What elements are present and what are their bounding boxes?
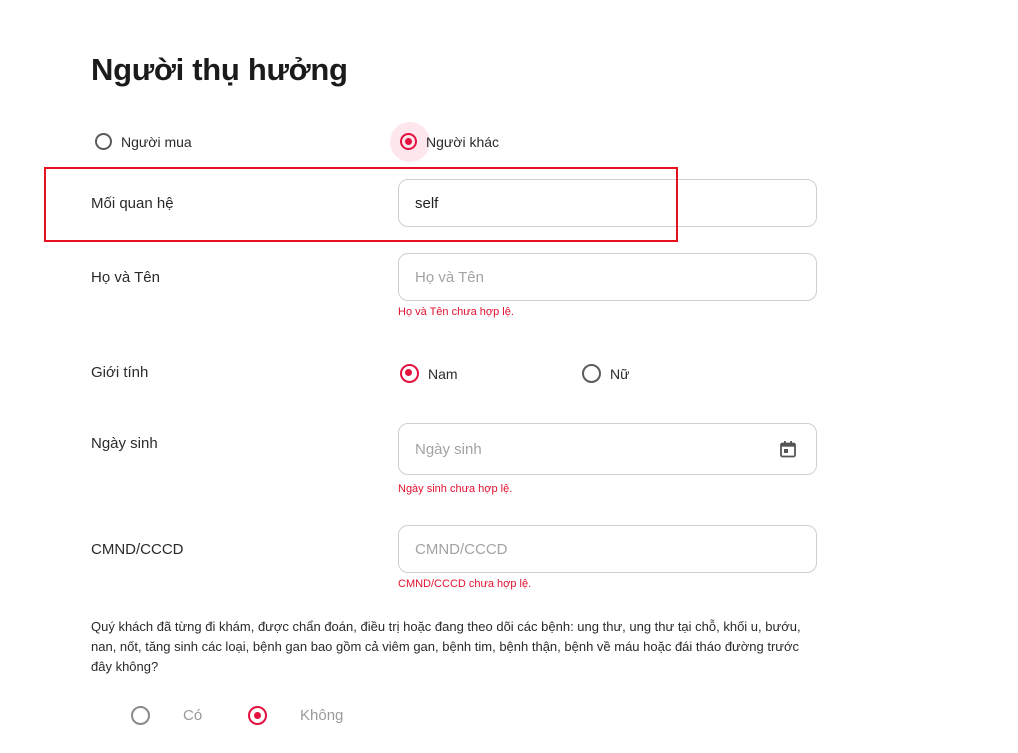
radio-yes[interactable]: Có — [131, 706, 202, 725]
full-name-field-wrapper — [398, 253, 817, 301]
birthdate-error: Ngày sinh chưa hợp lệ. — [398, 483, 513, 495]
relationship-field-wrapper — [398, 179, 817, 227]
radio-no-label: Không — [300, 707, 344, 724]
beneficiary-form: Người thụ hưởng Người mua Người khác Mối… — [0, 0, 1018, 753]
radio-buyer[interactable]: Người mua — [95, 133, 192, 150]
radio-no-indicator[interactable] — [248, 706, 267, 725]
birthdate-input[interactable] — [415, 440, 800, 458]
full-name-input[interactable] — [415, 268, 800, 286]
page-title: Người thụ hưởng — [91, 52, 348, 87]
id-number-input[interactable] — [415, 540, 800, 558]
radio-other-indicator[interactable] — [400, 133, 417, 150]
radio-buyer-indicator[interactable] — [95, 133, 112, 150]
full-name-error: Họ và Tên chưa hợp lệ. — [398, 306, 514, 318]
radio-male-label: Nam — [428, 365, 458, 382]
radio-no[interactable]: Không — [248, 706, 343, 725]
radio-other-label: Người khác — [426, 133, 500, 150]
radio-male[interactable]: Nam — [400, 364, 458, 383]
id-number-error: CMND/CCCD chưa hợp lệ. — [398, 578, 532, 590]
full-name-label: Họ và Tên — [91, 269, 160, 286]
radio-female-indicator[interactable] — [582, 364, 601, 383]
gender-label: Giới tính — [91, 364, 149, 381]
relationship-label: Mối quan hệ — [91, 195, 174, 212]
radio-other[interactable]: Người khác — [390, 121, 500, 162]
radio-female[interactable]: Nữ — [582, 364, 629, 383]
radio-male-indicator[interactable] — [400, 364, 419, 383]
id-number-label: CMND/CCCD — [91, 541, 184, 558]
id-number-field-wrapper — [398, 525, 817, 573]
radio-female-label: Nữ — [610, 365, 630, 382]
relationship-input[interactable] — [415, 194, 800, 212]
radio-yes-indicator[interactable] — [131, 706, 150, 725]
radio-yes-label: Có — [183, 707, 203, 724]
calendar-icon[interactable] — [780, 441, 796, 458]
health-question-text: Quý khách đã từng đi khám, được chẩn đoá… — [91, 619, 801, 674]
birthdate-field-wrapper — [398, 423, 817, 475]
birthdate-label: Ngày sinh — [91, 435, 158, 452]
radio-buyer-label: Người mua — [121, 133, 192, 150]
